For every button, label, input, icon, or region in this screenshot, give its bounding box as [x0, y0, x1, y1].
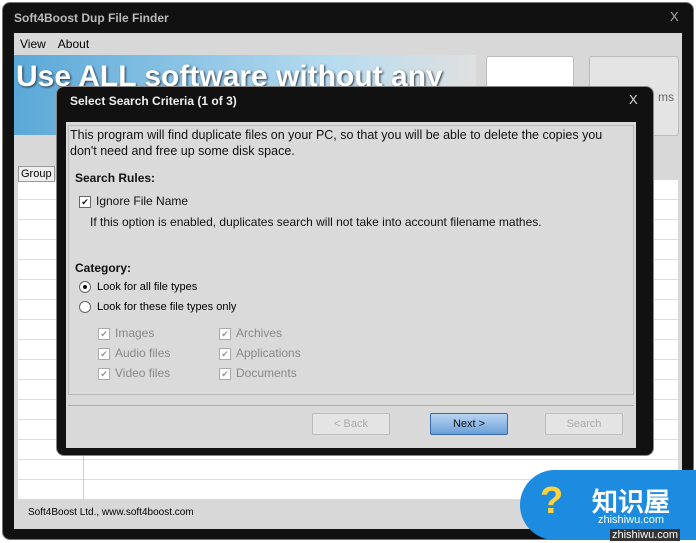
intro-text: This program will find duplicate files o…	[70, 128, 603, 158]
toolbar-button-label: ms	[658, 90, 674, 104]
search-rules-heading: Search Rules:	[75, 171, 156, 185]
radio-these-types[interactable]: Look for these file types only	[79, 301, 237, 314]
radio-label: Look for all file types	[97, 281, 198, 293]
radio-selected-icon	[79, 281, 91, 294]
checkbox-label: Ignore File Name	[96, 194, 189, 208]
ignore-filename-description: If this option is enabled, duplicates se…	[90, 215, 542, 229]
watermark-url: zhishiwu.com	[610, 529, 681, 541]
radio-icon	[79, 301, 91, 314]
group-column-header[interactable]: Group	[18, 166, 55, 182]
checkbox-checked-icon: ✔	[219, 347, 231, 360]
type-documents-checkbox[interactable]: ✔ Documents	[219, 366, 297, 380]
type-archives-checkbox[interactable]: ✔ Archives	[219, 326, 282, 340]
checkbox-checked-icon: ✔	[98, 367, 110, 380]
checkbox-checked-icon: ✔	[79, 195, 91, 208]
watermark-url: zhishiwu.com	[598, 514, 665, 526]
checkbox-label: Audio files	[115, 346, 171, 360]
type-images-checkbox[interactable]: ✔ Images	[98, 326, 154, 340]
dialog-close-icon[interactable]: X	[629, 92, 638, 107]
menu-about[interactable]: About	[58, 37, 89, 51]
checkbox-label: Archives	[236, 326, 283, 340]
checkbox-label: Documents	[236, 366, 297, 380]
checkbox-checked-icon: ✔	[219, 327, 231, 340]
category-heading: Category:	[75, 261, 132, 275]
close-icon[interactable]: X	[670, 9, 679, 24]
back-button[interactable]: < Back	[312, 413, 390, 435]
checkbox-label: Applications	[236, 346, 301, 360]
type-audio-checkbox[interactable]: ✔ Audio files	[98, 346, 170, 360]
question-icon: ?	[540, 480, 564, 522]
checkbox-label: Images	[115, 326, 155, 340]
window-title: Soft4Boost Dup File Finder	[14, 11, 169, 25]
dialog-title: Select Search Criteria (1 of 3)	[70, 94, 237, 108]
search-button[interactable]: Search	[545, 413, 623, 435]
checkbox-checked-icon: ✔	[219, 367, 231, 380]
menu-bar: View About	[20, 37, 101, 51]
checkbox-label: Video files	[115, 366, 171, 380]
menu-view[interactable]: View	[20, 37, 46, 51]
type-video-checkbox[interactable]: ✔ Video files	[98, 366, 170, 380]
divider	[68, 405, 634, 406]
status-bar: Soft4Boost Ltd., www.soft4boost.com	[28, 507, 194, 518]
ignore-filename-checkbox[interactable]: ✔ Ignore File Name	[79, 194, 188, 208]
checkbox-checked-icon: ✔	[98, 327, 110, 340]
next-button[interactable]: Next >	[430, 413, 508, 435]
radio-label: Look for these file types only	[97, 301, 237, 313]
type-applications-checkbox[interactable]: ✔ Applications	[219, 346, 301, 360]
checkbox-checked-icon: ✔	[98, 347, 110, 360]
radio-all-types[interactable]: Look for all file types	[79, 281, 198, 294]
